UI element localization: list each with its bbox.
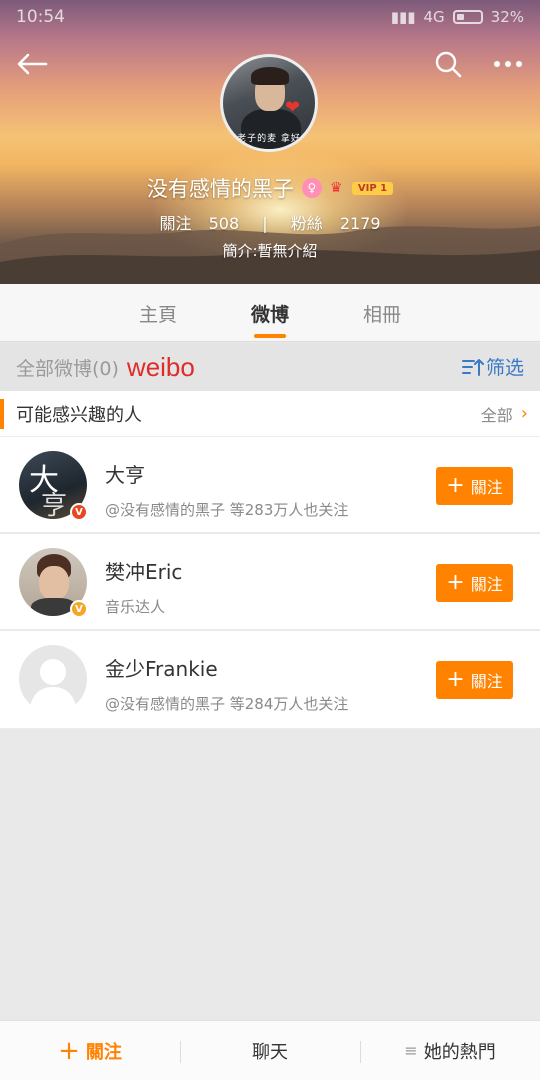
suggestion-name: 金少Frankie [105,657,218,681]
suggestions-all-link[interactable]: 全部 [481,402,513,426]
follow-label: 關注 [470,672,503,691]
bottom-action-bar: + 關注 聊天 ≡ 她的熱門 [0,1020,540,1080]
suggestion-subtitle: @没有感情的黑子 等284万人也关注 [105,695,349,713]
suggestion-name: 大亨 [105,463,145,487]
default-avatar-icon [29,659,77,713]
following-label: 關注 [159,214,192,233]
verified-v-icon: V [70,503,88,521]
tab-home[interactable]: 主頁 [102,284,214,342]
following-count: 508 [208,214,240,233]
plus-icon: + [446,570,465,595]
filter-button[interactable]: 筛选 [461,353,524,380]
filter-sort-icon [461,358,484,376]
suggestion-name: 樊冲Eric [105,560,183,584]
suggestion-item[interactable]: 大 亨 V 大亨 @没有感情的黑子 等283万人也关注 + 關注 [0,437,540,533]
filter-bar: 全部微博(0) weibo 筛选 [0,343,540,391]
list-menu-icon: ≡ [404,1041,418,1060]
profile-name-row: 没有感情的黑子 ♀ ♛ VIP 1 [0,172,540,204]
following-stat[interactable]: 關注 508 [153,214,245,233]
followers-count: 2179 [339,214,381,233]
tab-weibo[interactable]: 微博 [214,284,326,342]
signal-icon: ▮▮▮ [390,8,416,26]
suggestion-subtitle: @没有感情的黑子 等283万人也关注 [105,501,349,519]
more-button[interactable] [488,44,528,84]
profile-avatar[interactable]: ❤ 老子的麦 拿好 [220,54,318,152]
plus-icon: + [58,1035,80,1066]
battery-percent: 32% [490,8,524,26]
more-dots-icon [494,61,522,67]
network-label: 4G [423,8,445,26]
back-arrow-icon [17,53,48,75]
chevron-right-icon[interactable]: › [521,403,528,424]
profile-bio: 簡介:暫無介紹 [222,242,318,260]
status-bar: 10:54 ▮▮▮ 4G 32% [0,0,540,34]
filter-label: 筛选 [485,357,524,379]
suggestion-subtitle: 音乐达人 [105,598,166,616]
suggestions-header: 可能感兴趣的人 全部 › [0,391,540,437]
tab-album[interactable]: 相冊 [326,284,438,342]
bottom-follow-button[interactable]: + 關注 [0,1021,180,1080]
follow-button[interactable]: + 關注 [436,564,513,602]
suggestion-item[interactable]: V 樊冲Eric 音乐达人 + 關注 [0,534,540,630]
search-icon [435,51,462,78]
follow-button[interactable]: + 關注 [436,467,513,505]
suggestions-title: 可能感兴趣的人 [16,404,142,426]
battery-icon [452,10,483,24]
bottom-follow-label: 關注 [85,1041,122,1063]
suggestion-item[interactable]: 金少Frankie @没有感情的黑子 等284万人也关注 + 關注 [0,631,540,729]
crown-icon: ♛ [329,180,343,196]
heart-icon: ❤ [285,97,301,118]
female-badge-icon: ♀ [301,178,322,198]
plus-icon: + [446,473,465,498]
followers-label: 粉絲 [290,214,323,233]
profile-stats: 關注 508 | 粉絲 2179 [0,210,540,234]
avatar-caption: 老子的麦 拿好 [237,134,301,144]
profile-tabs: 主頁 微博 相冊 [0,284,540,342]
follow-label: 關注 [470,478,503,497]
avatar-face [39,566,69,600]
bottom-chat-label: 聊天 [252,1041,288,1063]
suggestion-avatar[interactable] [19,645,87,713]
avatar-figure-hair [251,67,289,85]
follow-button[interactable]: + 關注 [436,661,513,699]
back-button[interactable] [12,44,52,84]
search-button[interactable] [428,44,468,84]
bottom-hot-button[interactable]: ≡ 她的熱門 [360,1021,540,1080]
bottom-hot-label: 她的熱門 [423,1041,496,1063]
followers-stat[interactable]: 粉絲 2179 [285,214,387,233]
vip-label: VIP 1 [351,181,394,195]
profile-header: 10:54 ▮▮▮ 4G 32% ❤ 老子的麦 拿好 没有感情的黑子 ♀ ♛ V… [0,0,540,284]
all-weibo-label[interactable]: 全部微博(0) [16,354,119,381]
status-time: 10:54 [16,7,65,27]
plus-icon: + [446,667,465,692]
vip-badge[interactable]: ♛ VIP 1 [329,180,394,196]
bottom-chat-button[interactable]: 聊天 [180,1021,360,1080]
section-accent-bar [0,398,4,429]
stats-divider: | [262,214,268,233]
profile-name: 没有感情的黑子 [146,177,294,201]
weibo-annotation: weibo [126,351,195,382]
avatar-calligraphy-2: 亨 [41,491,68,519]
verified-v-icon: V [70,600,88,618]
follow-label: 關注 [470,575,503,594]
